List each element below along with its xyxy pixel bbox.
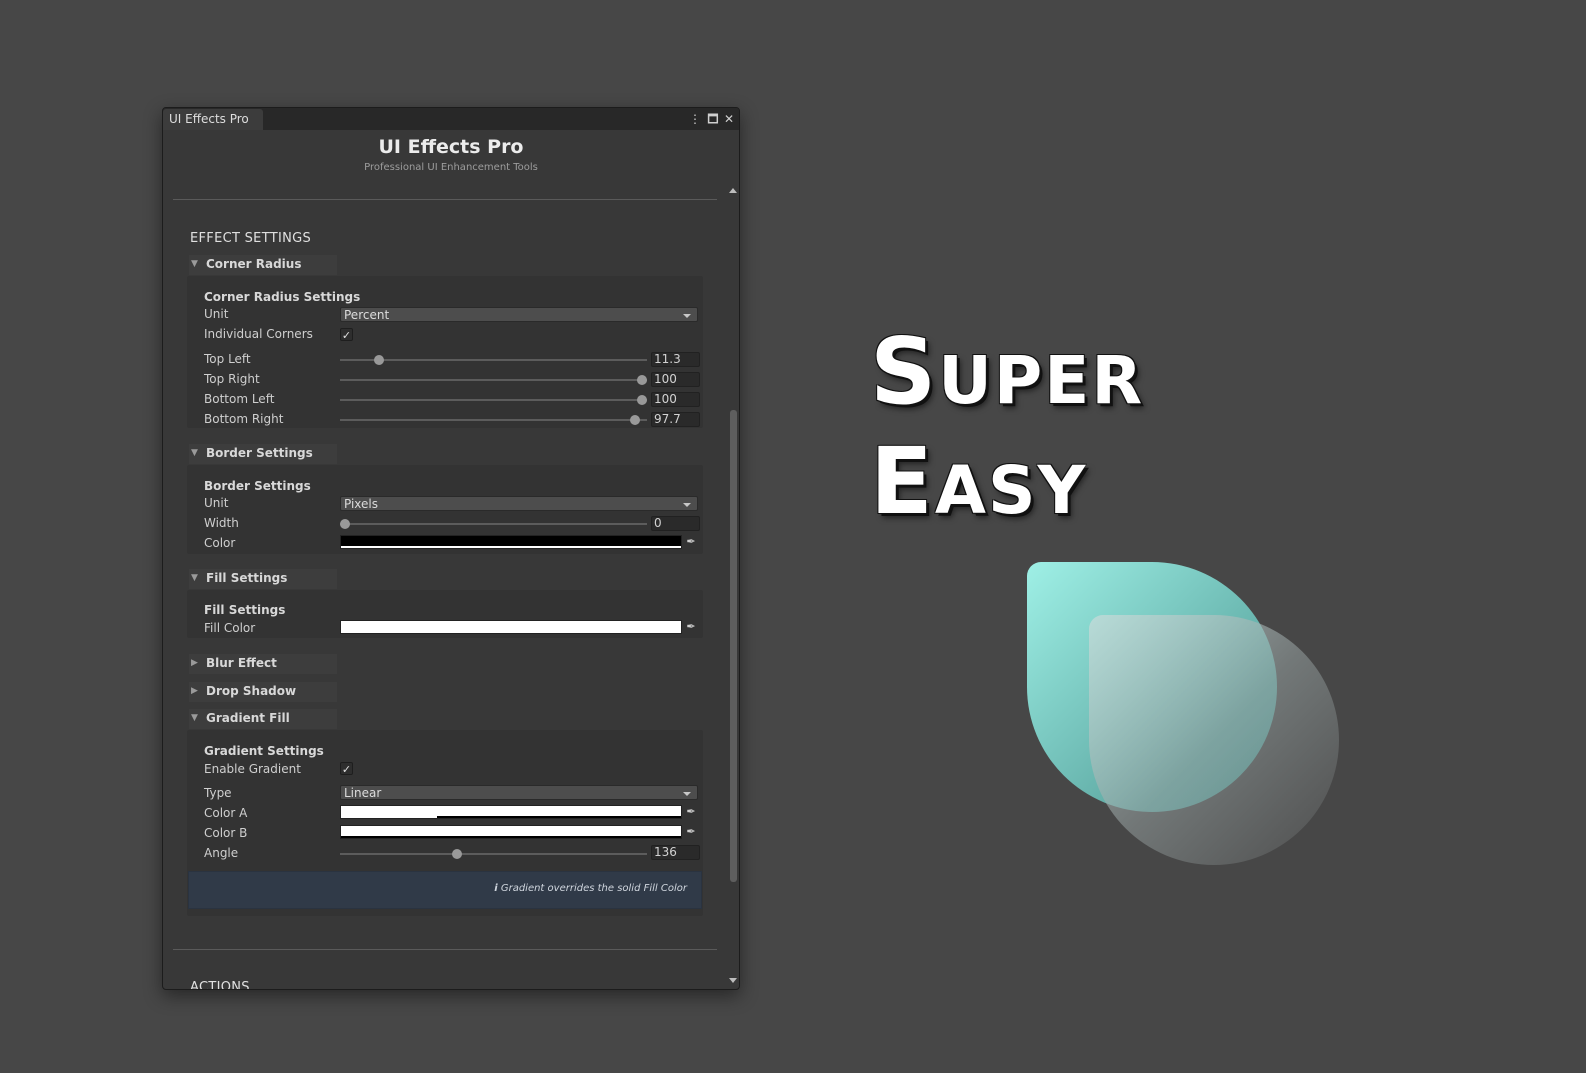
- border-color-label: Color: [204, 536, 236, 550]
- alpha-bar: [341, 836, 681, 838]
- individual-corners-label: Individual Corners: [204, 327, 313, 341]
- expanded-arrow-icon: ▼: [191, 713, 198, 723]
- border-width-label: Width: [204, 516, 239, 530]
- angle-label: Angle: [204, 846, 239, 860]
- expanded-arrow-icon: ▼: [191, 259, 198, 269]
- promo-line-easy: EASY: [870, 428, 1088, 535]
- expanded-arrow-icon: ▼: [191, 448, 198, 458]
- collapsed-arrow-icon: ▶: [191, 658, 198, 668]
- border-unit-label: Unit: [204, 496, 229, 510]
- eyedropper-icon[interactable]: ✒: [684, 825, 698, 839]
- close-icon[interactable]: ✕: [721, 108, 737, 130]
- border-color-field[interactable]: [340, 535, 682, 549]
- angle-slider-track[interactable]: [340, 853, 647, 855]
- top-left-slider-track[interactable]: [340, 359, 647, 361]
- window-tab-bar: UI Effects Pro ⋮ 🗖 ✕: [163, 108, 739, 130]
- kebab-menu-icon[interactable]: ⋮: [687, 108, 703, 130]
- gradient-info-box: i Gradient overrides the solid Fill Colo…: [188, 871, 702, 909]
- bottom-left-slider-track[interactable]: [340, 399, 647, 401]
- alpha-bar: [437, 816, 681, 818]
- corner-unit-label: Unit: [204, 307, 229, 321]
- border-unit-dropdown[interactable]: Pixels: [340, 496, 698, 511]
- angle-field[interactable]: 136: [651, 845, 700, 860]
- chevron-down-icon: [683, 503, 691, 507]
- gray-rounded-shape: [1089, 615, 1339, 865]
- expanded-arrow-icon: ▼: [191, 573, 198, 583]
- border-width-field[interactable]: 0: [651, 516, 700, 531]
- section-divider: [173, 949, 717, 950]
- scroll-down-icon[interactable]: [729, 978, 737, 983]
- bottom-left-slider-handle[interactable]: [637, 395, 647, 405]
- gradient-settings-title: Gradient Settings: [204, 744, 324, 758]
- fill-color-label: Fill Color: [204, 621, 256, 635]
- eyedropper-icon[interactable]: ✒: [684, 805, 698, 819]
- header-divider: [173, 199, 717, 200]
- scrollbar-thumb[interactable]: [730, 410, 737, 882]
- eyedropper-icon[interactable]: ✒: [684, 620, 698, 634]
- foldout-corner-radius[interactable]: ▼ Corner Radius: [189, 255, 337, 275]
- enable-gradient-checkbox[interactable]: ✓: [340, 762, 353, 776]
- top-left-field[interactable]: 11.3: [651, 352, 700, 367]
- vertical-scrollbar[interactable]: [727, 184, 739, 989]
- effect-settings-heading: EFFECT SETTINGS: [190, 231, 312, 246]
- color-b-label: Color B: [204, 826, 248, 840]
- maximize-icon[interactable]: 🗖: [705, 108, 721, 130]
- color-a-label: Color A: [204, 806, 248, 820]
- panel-title: UI Effects Pro: [378, 136, 524, 158]
- gradient-type-label: Type: [204, 786, 232, 800]
- fill-color-field[interactable]: [340, 620, 682, 634]
- info-icon: i: [494, 883, 498, 894]
- border-width-slider-track[interactable]: [340, 523, 647, 525]
- foldout-drop-shadow[interactable]: ▶ Drop Shadow: [189, 682, 337, 702]
- corner-unit-dropdown[interactable]: Percent: [340, 307, 698, 322]
- foldout-gradient-fill[interactable]: ▼ Gradient Fill: [189, 709, 337, 729]
- ui-effects-pro-window: UI Effects Pro ⋮ 🗖 ✕ UI Effects Pro Prof…: [162, 107, 740, 990]
- promo-line-super: SUPER: [870, 318, 1145, 425]
- bottom-right-slider-track[interactable]: [340, 419, 647, 421]
- fill-settings-title: Fill Settings: [204, 603, 286, 617]
- alpha-bar: [341, 546, 681, 548]
- bottom-right-label: Bottom Right: [204, 412, 284, 426]
- gradient-type-dropdown[interactable]: Linear: [340, 785, 698, 800]
- top-left-slider-handle[interactable]: [373, 355, 384, 365]
- eyedropper-icon[interactable]: ✒: [684, 535, 698, 549]
- color-a-field[interactable]: [340, 805, 682, 819]
- individual-corners-checkbox[interactable]: ✓: [340, 328, 353, 342]
- chevron-down-icon: [683, 792, 691, 796]
- top-right-slider-handle[interactable]: [637, 375, 647, 385]
- bottom-right-field[interactable]: 97.7: [651, 412, 700, 427]
- window-tab[interactable]: UI Effects Pro: [163, 109, 263, 130]
- color-b-field[interactable]: [340, 825, 682, 839]
- bottom-left-field[interactable]: 100: [651, 392, 700, 407]
- border-width-slider-handle[interactable]: [340, 519, 350, 529]
- top-right-field[interactable]: 100: [651, 372, 700, 387]
- actions-heading: ACTIONS: [190, 980, 250, 990]
- collapsed-arrow-icon: ▶: [191, 686, 198, 696]
- chevron-down-icon: [683, 314, 691, 318]
- corner-radius-settings-title: Corner Radius Settings: [204, 290, 361, 304]
- foldout-border-settings[interactable]: ▼ Border Settings: [189, 444, 337, 464]
- bottom-left-label: Bottom Left: [204, 392, 275, 406]
- foldout-blur-effect[interactable]: ▶ Blur Effect: [189, 654, 337, 674]
- enable-gradient-label: Enable Gradient: [204, 762, 301, 776]
- panel-subtitle: Professional UI Enhancement Tools: [364, 162, 538, 173]
- scroll-up-icon[interactable]: [729, 188, 737, 193]
- top-right-slider-track[interactable]: [340, 379, 647, 381]
- top-left-label: Top Left: [204, 352, 251, 366]
- border-settings-title: Border Settings: [204, 479, 311, 493]
- foldout-fill-settings[interactable]: ▼ Fill Settings: [189, 569, 337, 589]
- top-right-label: Top Right: [204, 372, 260, 386]
